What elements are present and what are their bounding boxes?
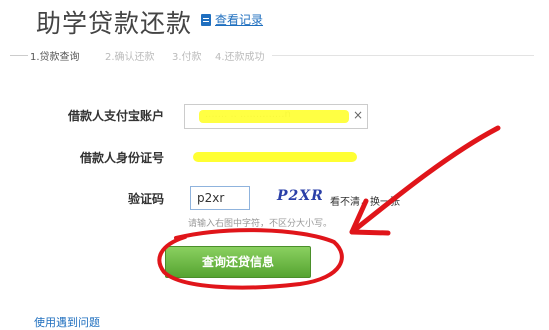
query-repayment-button[interactable]: 查询还贷信息 <box>165 246 311 278</box>
help-link[interactable]: 使用遇到问题 <box>34 314 100 330</box>
captcha-label: 验证码 <box>127 192 164 206</box>
document-icon <box>201 13 211 26</box>
step-4: 4.还款成功 <box>215 52 265 63</box>
step-3: 3.付款 <box>172 52 202 63</box>
step-1: 1.贷款查询 <box>30 52 80 63</box>
captcha-refresh-link[interactable]: 看不清，换一张 <box>330 193 400 208</box>
account-label: 借款人支付宝账户 <box>67 109 164 123</box>
id-number-label: 借款人身份证号 <box>79 151 164 165</box>
step-dash <box>10 55 28 56</box>
captcha-hint: 请输入右图中字符，不区分大小写。 <box>188 219 333 229</box>
clear-icon[interactable]: × <box>353 108 363 122</box>
account-highlight-mask <box>199 110 349 123</box>
captcha-input[interactable]: p2xr <box>190 186 250 210</box>
view-records-label[interactable]: 查看记录 <box>215 11 263 28</box>
alipay-account-field[interactable]: ....... .. ..............n × <box>184 104 368 129</box>
step-indicator: 1.贷款查询 2.确认还款 3.付款 4.还款成功 <box>0 48 549 64</box>
id-number-highlight-mask <box>193 152 357 162</box>
page-title: 助学贷款还款 <box>36 9 193 38</box>
annotation-arrow-shaft <box>349 125 501 235</box>
captcha-image: P2XR <box>277 188 324 204</box>
view-records-link[interactable]: 查看记录 <box>201 11 263 28</box>
step-2: 2.确认还款 <box>105 52 155 63</box>
step-divider <box>272 55 534 56</box>
